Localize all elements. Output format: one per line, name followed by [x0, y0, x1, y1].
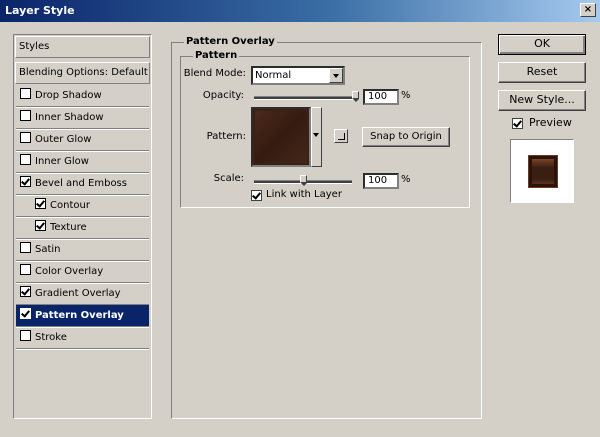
- style-item-stroke[interactable]: Stroke: [16, 327, 149, 348]
- style-checkbox[interactable]: [20, 308, 31, 319]
- style-checkbox[interactable]: [20, 110, 31, 121]
- styles-header[interactable]: Styles: [15, 36, 150, 58]
- ok-button[interactable]: OK: [498, 34, 586, 55]
- style-item-label: Stroke: [35, 332, 67, 343]
- opacity-label: Opacity:: [202, 90, 244, 101]
- style-item-label: Contour: [50, 200, 90, 211]
- opacity-slider-thumb[interactable]: [352, 91, 359, 102]
- scale-label: Scale:: [213, 173, 244, 184]
- new-style-button[interactable]: New Style...: [498, 90, 586, 111]
- title-bar: Layer Style ×: [0, 0, 600, 22]
- blend-mode-select[interactable]: Normal: [251, 66, 345, 85]
- style-item-outer-glow[interactable]: Outer Glow: [16, 129, 149, 150]
- preview-checkbox[interactable]: [512, 118, 523, 129]
- opacity-input[interactable]: 100: [363, 89, 399, 105]
- scale-slider-thumb[interactable]: [300, 175, 307, 186]
- pattern-label: Pattern:: [206, 131, 246, 142]
- style-checkbox[interactable]: [20, 88, 31, 99]
- pattern-swatch[interactable]: [251, 107, 311, 167]
- style-item-label: Inner Glow: [35, 156, 89, 167]
- style-checkbox[interactable]: [35, 198, 46, 209]
- style-item-label: Texture: [50, 222, 87, 233]
- style-checkbox[interactable]: [20, 330, 31, 341]
- style-item-label: Bevel and Emboss: [35, 178, 127, 189]
- scale-input[interactable]: 100: [363, 173, 399, 189]
- style-item-gradient-overlay[interactable]: Gradient Overlay: [16, 283, 149, 304]
- style-preview: [510, 139, 574, 203]
- style-item-texture[interactable]: Texture: [16, 217, 149, 238]
- style-item-label: Inner Shadow: [35, 112, 104, 123]
- styles-list: Styles Blending Options: Default Drop Sh…: [13, 34, 152, 419]
- style-item-color-overlay[interactable]: Color Overlay: [16, 261, 149, 282]
- style-checkbox[interactable]: [20, 176, 31, 187]
- close-button[interactable]: ×: [580, 3, 596, 17]
- style-checkbox[interactable]: [20, 242, 31, 253]
- opacity-slider-track[interactable]: [254, 96, 358, 100]
- link-with-layer-checkbox[interactable]: [251, 190, 262, 201]
- pattern-picker-chevron-icon[interactable]: [311, 107, 322, 167]
- style-checkbox[interactable]: [20, 132, 31, 143]
- style-item-satin[interactable]: Satin: [16, 239, 149, 260]
- style-item-label: Color Overlay: [35, 266, 104, 277]
- snap-to-origin-button[interactable]: Snap to Origin: [362, 127, 450, 147]
- style-item-pattern-overlay[interactable]: Pattern Overlay: [16, 305, 149, 326]
- style-item-contour[interactable]: Contour: [16, 195, 149, 216]
- style-checkbox[interactable]: [20, 286, 31, 297]
- style-item-drop-shadow[interactable]: Drop Shadow: [16, 85, 149, 106]
- blend-mode-label: Blend Mode:: [183, 68, 246, 79]
- opacity-percent: %: [401, 90, 411, 101]
- style-item-bevel-and-emboss[interactable]: Bevel and Emboss: [16, 173, 149, 194]
- preview-swatch: [528, 155, 558, 188]
- new-preset-icon[interactable]: [334, 129, 348, 143]
- style-checkbox[interactable]: [35, 220, 46, 231]
- window-title: Layer Style: [5, 4, 75, 17]
- style-item-label: Gradient Overlay: [35, 288, 121, 299]
- style-item-label: Satin: [35, 244, 61, 255]
- style-checkbox[interactable]: [20, 154, 31, 165]
- style-item-inner-glow[interactable]: Inner Glow: [16, 151, 149, 172]
- pattern-overlay-heading: Pattern Overlay: [184, 36, 277, 47]
- reset-button[interactable]: Reset: [498, 62, 586, 83]
- chevron-down-icon[interactable]: [329, 68, 343, 83]
- style-item-label: Outer Glow: [35, 134, 92, 145]
- blending-options-item[interactable]: Blending Options: Default: [15, 62, 150, 84]
- style-item-label: Drop Shadow: [35, 90, 102, 101]
- style-item-label: Pattern Overlay: [35, 310, 124, 321]
- style-checkbox[interactable]: [20, 264, 31, 275]
- preview-label: Preview: [529, 116, 572, 129]
- style-item-inner-shadow[interactable]: Inner Shadow: [16, 107, 149, 128]
- pattern-subheading: Pattern: [193, 50, 240, 61]
- blend-mode-value: Normal: [255, 70, 292, 81]
- style-divider: [16, 348, 149, 350]
- scale-percent: %: [401, 174, 411, 185]
- link-with-layer-label: Link with Layer: [266, 189, 342, 200]
